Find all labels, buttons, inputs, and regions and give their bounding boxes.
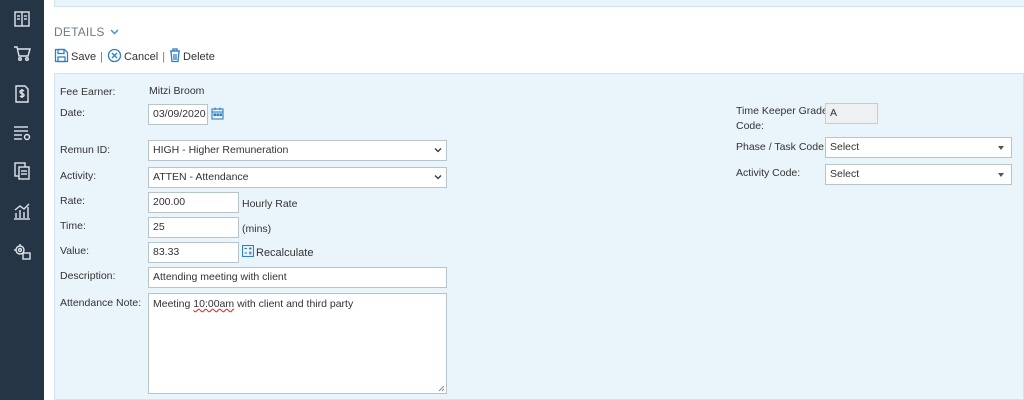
rate-label: Rate:: [60, 195, 86, 207]
cancel-button[interactable]: Cancel: [107, 48, 158, 66]
value-field[interactable]: 83.33: [148, 242, 239, 263]
top-banner: [54, 0, 1024, 7]
phase-task-code-label: Phase / Task Code:: [736, 141, 827, 153]
chevron-down-icon: [434, 148, 442, 153]
details-form-panel: Fee Earner: Mitzi Broom Date: 03/09/2020…: [54, 73, 1024, 400]
action-toolbar: Save | Cancel | Delete: [54, 48, 215, 66]
list-gear-icon[interactable]: [0, 114, 44, 152]
value-label: Value:: [60, 245, 89, 257]
calendar-icon[interactable]: [211, 107, 224, 123]
save-label: Save: [71, 51, 97, 63]
caret-down-icon: [998, 173, 1004, 177]
note-text-start: Meeting: [153, 298, 194, 310]
settings-group-icon[interactable]: [0, 233, 44, 271]
save-button[interactable]: Save: [54, 48, 96, 66]
note-text-end: with client and third party: [234, 298, 354, 310]
remun-id-select[interactable]: HIGH - Higher Remuneration: [148, 140, 447, 161]
time-label: Time:: [60, 220, 86, 232]
note-misspelled-word: 10:00am: [193, 298, 235, 310]
phase-task-code-value: Select: [830, 141, 860, 153]
recalculate-button[interactable]: Recalculate: [241, 244, 314, 260]
calculator-icon: [241, 244, 255, 260]
remun-id-label: Remun ID:: [60, 144, 111, 156]
chart-icon[interactable]: [0, 192, 44, 230]
document-dollar-icon[interactable]: [0, 75, 44, 113]
attendance-note-label: Attendance Note:: [60, 297, 142, 309]
chevron-down-icon: [434, 175, 442, 180]
rate-suffix: Hourly Rate: [242, 198, 298, 210]
sidebar: [0, 0, 44, 400]
separator: |: [162, 51, 166, 63]
activity-code-value: Select: [830, 168, 860, 180]
attendance-note-textarea[interactable]: Meeting 10:00am with client and third pa…: [148, 293, 447, 394]
tk-grade-label-line1: Time Keeper Grade: [736, 105, 828, 117]
time-field[interactable]: 25: [148, 217, 239, 238]
date-field[interactable]: 03/09/2020: [148, 104, 208, 125]
remun-id-value: HIGH - Higher Remuneration: [153, 144, 289, 156]
separator: |: [100, 51, 103, 63]
date-label: Date:: [60, 107, 86, 119]
activity-value: ATTEN - Attendance: [153, 171, 249, 183]
rate-field[interactable]: 200.00: [148, 192, 239, 213]
activity-select[interactable]: ATTEN - Attendance: [148, 167, 447, 188]
description-label: Description:: [60, 270, 116, 282]
details-section-toggle[interactable]: DETAILS: [54, 25, 119, 39]
cart-icon[interactable]: [0, 34, 44, 72]
time-suffix: (mins): [242, 223, 272, 235]
activity-label: Activity:: [60, 170, 97, 182]
book-icon[interactable]: [0, 0, 44, 38]
details-title: DETAILS: [54, 25, 105, 39]
copy-documents-icon[interactable]: [0, 152, 44, 190]
delete-label: Delete: [183, 51, 215, 63]
resize-grip-icon[interactable]: [437, 384, 445, 392]
fee-earner-label: Fee Earner:: [60, 86, 116, 98]
phase-task-code-select[interactable]: Select: [825, 137, 1012, 158]
delete-button[interactable]: Delete: [169, 48, 215, 66]
tk-grade-field: A: [825, 103, 878, 124]
floppy-disk-icon: [54, 48, 69, 66]
tk-grade-label-line2: Code:: [736, 120, 765, 132]
chevron-down-icon: [110, 27, 119, 38]
cancel-label: Cancel: [123, 51, 159, 63]
activity-code-select[interactable]: Select: [825, 164, 1012, 185]
cancel-circle-icon: [107, 48, 122, 66]
trash-icon: [169, 48, 181, 66]
activity-code-label: Activity Code:: [736, 167, 801, 179]
recalculate-label: Recalculate: [256, 246, 314, 259]
fee-earner-value: Mitzi Broom: [149, 85, 205, 97]
description-field[interactable]: Attending meeting with client: [148, 267, 447, 288]
caret-down-icon: [998, 146, 1004, 150]
